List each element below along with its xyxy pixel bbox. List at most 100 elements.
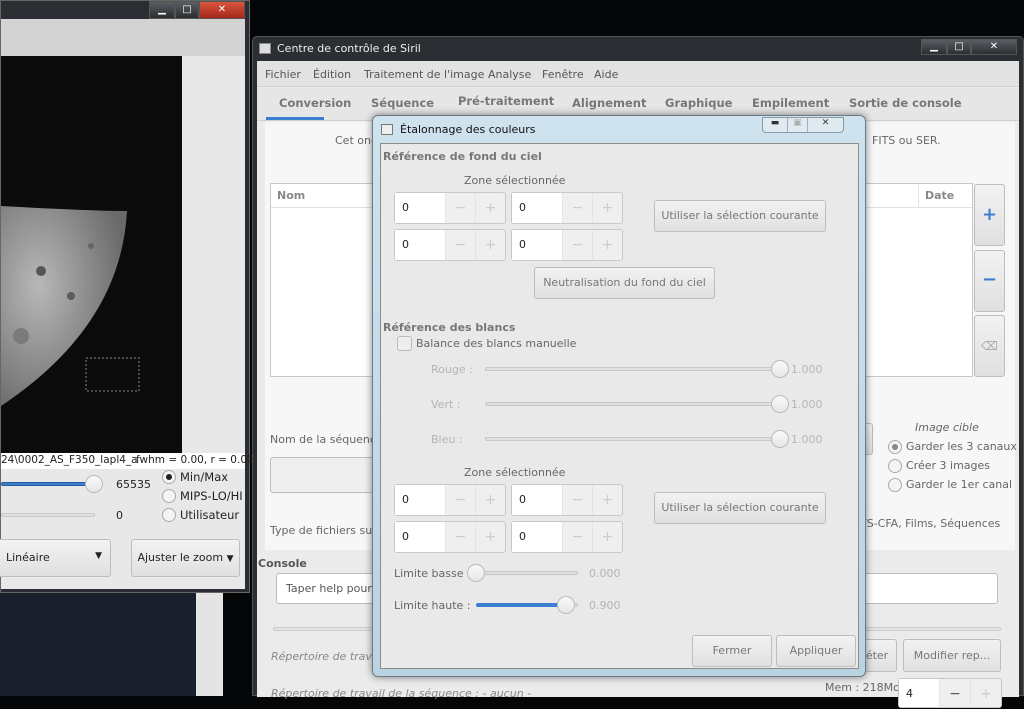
- file-types-list: TS-CFA, Films, Séquences: [860, 517, 1001, 530]
- plus-icon[interactable]: +: [475, 485, 505, 515]
- close-button[interactable]: ✕: [199, 1, 245, 19]
- high-slider-knob[interactable]: [85, 475, 103, 493]
- apply-button[interactable]: Appliquer: [776, 635, 856, 667]
- minus-icon[interactable]: −: [445, 230, 475, 260]
- threads-spinner[interactable]: 4 − +: [898, 678, 1002, 708]
- add-files-button[interactable]: +: [974, 184, 1005, 246]
- tab-alignement[interactable]: Alignement: [572, 96, 646, 110]
- menu-fenetre[interactable]: Fenêtre: [542, 68, 584, 81]
- maximize-button[interactable]: ▣: [788, 118, 808, 132]
- menu-traitement[interactable]: Traitement de l'image: [364, 68, 484, 81]
- close-button[interactable]: ✕: [808, 118, 843, 132]
- plus-icon[interactable]: +: [475, 193, 505, 223]
- plus-icon[interactable]: +: [475, 230, 505, 260]
- spinner-value[interactable]: 0: [512, 193, 562, 223]
- white-x-spinner[interactable]: 0− +: [394, 484, 506, 516]
- manual-wb-checkbox[interactable]: [397, 336, 412, 351]
- radio-keep-3-channels[interactable]: [888, 440, 902, 454]
- threads-value[interactable]: 4: [899, 679, 939, 707]
- low-slider[interactable]: [1, 513, 95, 517]
- selection-rectangle[interactable]: [85, 357, 140, 392]
- spinner-value[interactable]: 0: [395, 522, 445, 552]
- red-slider[interactable]: [485, 367, 777, 371]
- minimize-button[interactable]: ▬: [763, 118, 788, 132]
- low-limit-value: 0.000: [589, 567, 621, 580]
- close-dialog-button[interactable]: Fermer: [692, 635, 772, 667]
- close-button[interactable]: ✕: [971, 39, 1017, 55]
- green-slider[interactable]: [485, 402, 777, 406]
- bg-h-spinner[interactable]: 0− +: [511, 229, 623, 261]
- neutralize-background-button[interactable]: Neutralisation du fond du ciel: [534, 267, 715, 299]
- menu-fichier[interactable]: Fichier: [265, 68, 301, 81]
- plus-icon[interactable]: +: [592, 485, 622, 515]
- plus-icon[interactable]: +: [475, 522, 505, 552]
- active-tab-indicator: [266, 117, 324, 120]
- remove-file-button[interactable]: −: [974, 250, 1005, 312]
- plus-icon[interactable]: +: [970, 679, 1001, 707]
- minus-icon[interactable]: −: [445, 485, 475, 515]
- plus-icon[interactable]: +: [592, 230, 622, 260]
- plus-icon: +: [981, 204, 998, 225]
- spinner-value[interactable]: 0: [512, 485, 562, 515]
- tab-conversion[interactable]: Conversion: [279, 96, 351, 110]
- minimize-button[interactable]: ▁: [149, 1, 175, 19]
- white-h-spinner[interactable]: 0− +: [511, 521, 623, 553]
- minus-icon[interactable]: −: [562, 193, 592, 223]
- image-canvas[interactable]: [1, 56, 182, 453]
- spinner-value[interactable]: 0: [395, 230, 445, 260]
- white-use-selection-button[interactable]: Utiliser la sélection courante: [654, 492, 826, 524]
- modify-workdir-button[interactable]: Modifier rep...: [903, 639, 1001, 672]
- minus-icon[interactable]: −: [562, 230, 592, 260]
- red-slider-knob[interactable]: [771, 360, 789, 378]
- maximize-button[interactable]: □: [175, 1, 199, 19]
- tab-sequence[interactable]: Séquence: [371, 96, 434, 110]
- white-y-spinner[interactable]: 0− +: [511, 484, 623, 516]
- white-w-spinner[interactable]: 0− +: [394, 521, 506, 553]
- minus-icon[interactable]: −: [939, 679, 970, 707]
- maximize-button[interactable]: □: [947, 39, 971, 55]
- tab-console[interactable]: Sortie de console: [849, 96, 962, 110]
- clear-list-button[interactable]: ⌫: [974, 315, 1005, 377]
- spinner-value[interactable]: 0: [395, 193, 445, 223]
- minimize-button[interactable]: ▁: [921, 39, 947, 55]
- green-slider-knob[interactable]: [771, 395, 789, 413]
- tab-empilement[interactable]: Empilement: [752, 96, 829, 110]
- zoom-fit-button[interactable]: Ajuster le zoom ▼: [131, 539, 240, 577]
- spinner-value[interactable]: 0: [395, 485, 445, 515]
- bg-y-spinner[interactable]: 0− +: [511, 192, 623, 224]
- radio-minmax[interactable]: [162, 470, 176, 484]
- menu-aide[interactable]: Aide: [594, 68, 618, 81]
- high-slider[interactable]: [1, 482, 93, 486]
- spinner-value[interactable]: 0: [512, 230, 562, 260]
- minus-icon[interactable]: −: [445, 522, 475, 552]
- column-date[interactable]: Date: [925, 189, 954, 202]
- radio-user[interactable]: [162, 508, 176, 522]
- plus-icon[interactable]: +: [592, 193, 622, 223]
- minus-icon: −: [981, 269, 998, 290]
- column-name[interactable]: Nom: [277, 189, 305, 202]
- low-limit-knob[interactable]: [467, 564, 485, 582]
- blue-slider[interactable]: [485, 437, 777, 441]
- radio-create-3-images[interactable]: [888, 459, 902, 473]
- radio-keep-first-channel[interactable]: [888, 478, 902, 492]
- client-area: 24\0002_AS_F350_lapl4_a fwhm = 0.00, r =…: [0, 19, 254, 589]
- chevron-down-icon: ▼: [226, 554, 234, 564]
- tab-graphique[interactable]: Graphique: [665, 96, 732, 110]
- high-limit-knob[interactable]: [557, 596, 575, 614]
- bg-use-selection-button[interactable]: Utiliser la sélection courante: [654, 200, 826, 232]
- minus-icon[interactable]: −: [562, 522, 592, 552]
- menu-analyse[interactable]: Analyse: [488, 68, 531, 81]
- blue-slider-knob[interactable]: [771, 430, 789, 448]
- bg-x-spinner[interactable]: 0− +: [394, 192, 506, 224]
- minus-icon[interactable]: −: [445, 193, 475, 223]
- plus-icon[interactable]: +: [592, 522, 622, 552]
- display-mode-dropdown[interactable]: Linéaire ▼: [0, 539, 111, 577]
- minus-icon[interactable]: −: [562, 485, 592, 515]
- bg-w-spinner[interactable]: 0− +: [394, 229, 506, 261]
- tab-pretraitement[interactable]: Pré-traitement: [458, 94, 554, 108]
- spinner-value[interactable]: 0: [512, 522, 562, 552]
- sequence-name-input[interactable]: [270, 457, 380, 493]
- menu-edition[interactable]: Édition: [313, 68, 351, 81]
- low-limit-slider[interactable]: [476, 571, 578, 575]
- radio-mips[interactable]: [162, 489, 176, 503]
